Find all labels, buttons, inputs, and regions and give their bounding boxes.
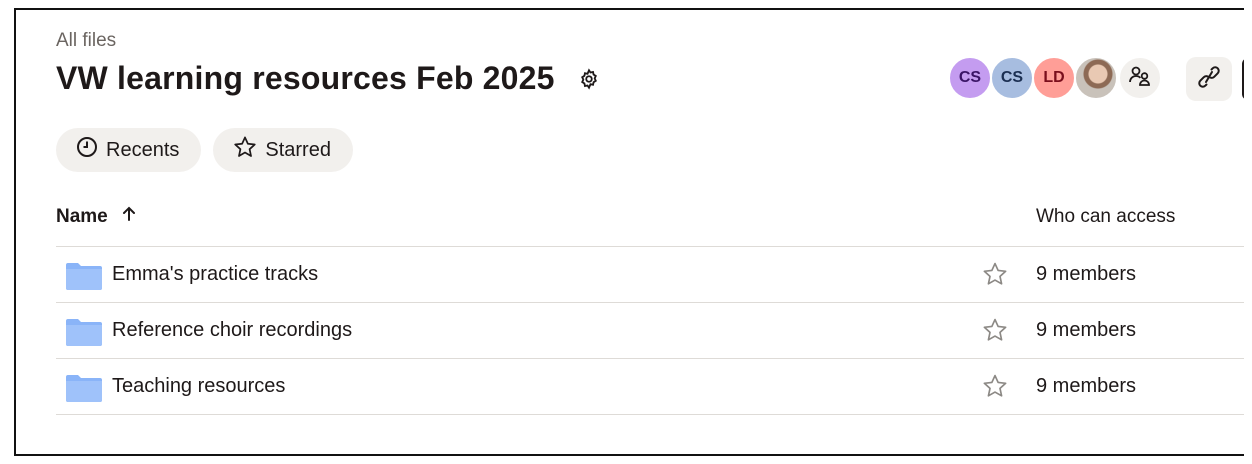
title-row: VW learning resources Feb 2025 [56,60,601,97]
avatar[interactable]: CS [948,56,992,100]
name-column-header[interactable]: Name [56,206,136,228]
table-header: Name Who can access [56,206,1244,230]
avatar[interactable]: CS [990,56,1034,100]
avatar-initials: CS [1000,69,1024,86]
folder-icon [66,374,102,407]
copy-link-button[interactable] [1186,57,1232,101]
avatar-initials: LD [1043,69,1065,86]
toolbar-edge [1242,58,1244,100]
starred-label: Starred [265,138,331,161]
recents-button[interactable]: Recents [56,128,202,172]
row-name[interactable]: Reference choir recordings [112,319,352,342]
row-access[interactable]: 9 members [1036,263,1136,286]
access-column-header[interactable]: Who can access [1036,206,1175,228]
breadcrumb-all-files[interactable]: All files [56,30,116,52]
row-name[interactable]: Emma's practice tracks [112,263,318,286]
row-access[interactable]: 9 members [1036,375,1136,398]
table-row[interactable]: Emma's practice tracks 9 members [56,246,1244,302]
file-list: Emma's practice tracks 9 members Referen… [56,246,1244,415]
star-icon[interactable] [982,318,1008,347]
file-browser-panel: All files VW learning resources Feb 2025… [14,8,1244,456]
share-people-icon [1128,65,1152,92]
avatar-initials: CS [958,69,982,86]
arrow-up-icon [108,206,136,228]
folder-icon [66,262,102,295]
recents-label: Recents [106,138,180,161]
avatar-photo[interactable] [1074,56,1118,100]
star-icon[interactable] [982,374,1008,403]
folder-icon [66,318,102,351]
star-icon [233,136,265,164]
link-icon [1198,65,1220,94]
filter-chips: Recents Starred [56,128,353,172]
page-title: VW learning resources Feb 2025 [56,60,555,96]
member-avatars: CS CS LD [948,56,1162,100]
star-icon[interactable] [982,262,1008,291]
gear-icon[interactable] [577,67,601,91]
name-header-label: Name [56,206,108,227]
row-name[interactable]: Teaching resources [112,375,285,398]
table-row[interactable]: Teaching resources 9 members [56,358,1244,415]
clock-icon [76,136,106,164]
starred-button[interactable]: Starred [213,128,353,172]
row-access[interactable]: 9 members [1036,319,1136,342]
share-button[interactable] [1118,56,1162,100]
avatar[interactable]: LD [1032,56,1076,100]
table-row[interactable]: Reference choir recordings 9 members [56,302,1244,358]
